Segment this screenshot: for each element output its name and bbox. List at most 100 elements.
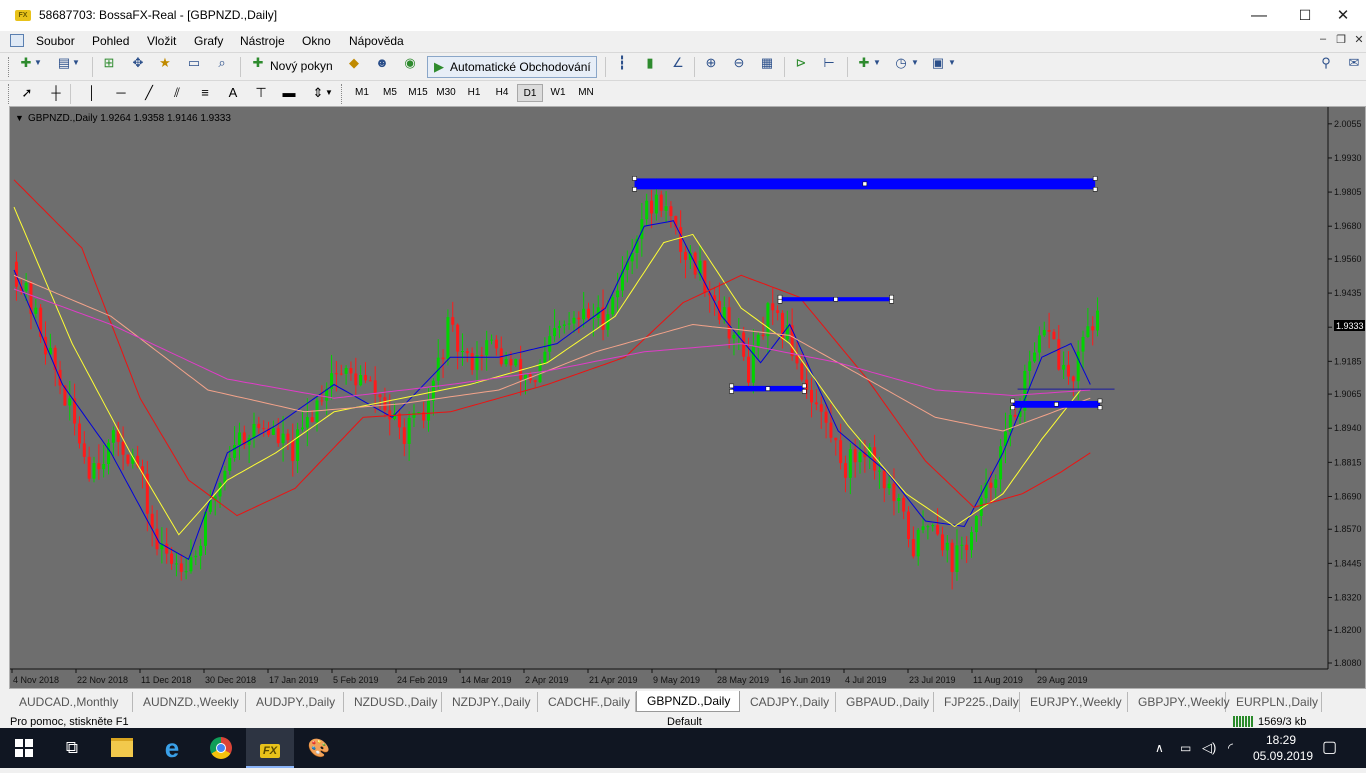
dropdown-arrow-icon[interactable]: ▼ [33, 53, 43, 73]
mdi-close-button[interactable]: ✕ [1352, 33, 1366, 46]
menu-okno[interactable]: Okno [302, 34, 331, 48]
clock[interactable]: 18:29 05.09.2019 [1253, 732, 1313, 764]
menu-nastroje[interactable]: Nástroje [240, 34, 285, 48]
text-label-icon[interactable]: ⊤ [251, 83, 271, 103]
internet-explorer-icon[interactable]: e [148, 728, 196, 768]
market-watch-icon[interactable]: ⊞ [99, 53, 119, 73]
zone-handle[interactable] [777, 294, 783, 300]
zone-handle[interactable] [862, 181, 868, 187]
volume-icon[interactable]: ◁) [1202, 728, 1216, 768]
tile-windows-icon[interactable]: ▦ [757, 53, 777, 73]
zone-handle[interactable] [889, 294, 894, 300]
rectangle-icon[interactable]: ▬ [279, 83, 299, 103]
menu-soubor[interactable]: Soubor [36, 34, 75, 48]
timeframe-h4[interactable]: H4 [489, 84, 515, 102]
chart-tab[interactable]: AUDJPY.,Daily [246, 692, 344, 712]
metaeditor-icon[interactable]: ◆ [344, 53, 364, 73]
mdi-restore-button[interactable]: ❐ [1334, 33, 1348, 46]
zone-handle[interactable] [632, 176, 637, 181]
notification-center-icon[interactable]: ▢ [1322, 728, 1337, 768]
chart-collapse-icon[interactable]: ▼ [15, 113, 24, 123]
mdi-minimize-button[interactable]: – [1316, 33, 1330, 45]
chart-tab[interactable]: GBPJPY.,Weekly [1128, 692, 1230, 712]
toolbar-grip[interactable] [8, 84, 12, 104]
network-icon[interactable]: ◜ [1228, 728, 1233, 768]
timeframe-m5[interactable]: M5 [377, 84, 403, 102]
task-view-icon[interactable]: ⧉ [48, 728, 96, 768]
line-chart-icon[interactable]: ∠ [668, 53, 688, 73]
community-icon[interactable]: ☻ [372, 53, 392, 73]
zone-handle[interactable] [833, 296, 839, 302]
data-window-icon[interactable]: ✥ [128, 53, 148, 73]
battery-icon[interactable]: ▭ [1180, 728, 1191, 768]
timeframe-d1[interactable]: D1 [517, 84, 543, 102]
zone-handle[interactable] [729, 383, 734, 389]
periods-clock-icon[interactable]: ◷ [891, 53, 911, 73]
horizontal-line-icon[interactable]: ─ [111, 83, 131, 103]
zone-handle[interactable] [1097, 405, 1103, 410]
zone-handle[interactable] [729, 389, 734, 394]
chart-tab[interactable]: FJP225.,Daily [934, 692, 1020, 712]
bar-chart-icon[interactable]: ┇ [612, 53, 632, 73]
templates-icon[interactable]: ▣ [928, 53, 948, 73]
channel-icon[interactable]: ⫽ [167, 83, 187, 103]
chart-tab[interactable]: AUDNZD.,Weekly [133, 692, 246, 712]
timeframe-w1[interactable]: W1 [545, 84, 571, 102]
chart-tab[interactable]: NZDJPY.,Daily [442, 692, 538, 712]
chart-window[interactable]: 2.0055 1.9930 1.9805 1.9680 1.9560 1.9435 1.93… [9, 106, 1366, 689]
chart-tab[interactable]: CADJPY.,Daily [740, 692, 836, 712]
search-icon[interactable]: ⚲ [1316, 53, 1336, 73]
menu-vlozit[interactable]: Vložit [147, 34, 176, 48]
candlestick-icon[interactable]: ▮ [640, 53, 660, 73]
toolbar-grip[interactable] [8, 57, 12, 77]
autotrading-button[interactable]: ▶ Automatické Obchodování [427, 56, 597, 78]
timeframe-m30[interactable]: M30 [433, 84, 459, 102]
zone-handle[interactable] [1097, 398, 1103, 404]
cursor-icon[interactable]: ➚ [17, 83, 37, 103]
dropdown-arrow-icon[interactable]: ▼ [324, 83, 334, 103]
zone-handle[interactable] [777, 299, 783, 304]
chart-tab[interactable]: CADCHF.,Daily [538, 692, 636, 712]
strategy-tester-icon[interactable]: ⌕ [212, 53, 232, 73]
zone-handle[interactable] [802, 389, 807, 394]
chart-tab[interactable]: GBPAUD.,Daily [836, 692, 934, 712]
indicators-icon[interactable]: ✚ [854, 53, 874, 73]
dropdown-arrow-icon[interactable]: ▼ [872, 53, 882, 73]
chart-tab[interactable]: AUDCAD.,Monthly [9, 692, 133, 712]
file-explorer-icon[interactable] [98, 728, 146, 768]
zoom-in-icon[interactable]: ⊕ [701, 53, 721, 73]
minimize-button[interactable]: — [1236, 0, 1282, 31]
zone-handle[interactable] [1092, 187, 1098, 192]
dropdown-arrow-icon[interactable]: ▼ [71, 53, 81, 73]
zone-handle[interactable] [1092, 176, 1098, 181]
menu-pohled[interactable]: Pohled [92, 34, 129, 48]
chart-tab[interactable]: GBPNZD.,Daily [636, 691, 740, 712]
price-chart[interactable]: 2.0055 1.9930 1.9805 1.9680 1.9560 1.9435 1.93… [10, 107, 1365, 688]
vertical-line-icon[interactable]: │ [82, 83, 102, 103]
new-order-button[interactable]: Nový pokyn [270, 59, 333, 73]
start-button[interactable] [0, 728, 48, 768]
timeframe-m15[interactable]: M15 [405, 84, 431, 102]
chat-icon[interactable]: ✉ [1344, 53, 1364, 73]
zone-handle[interactable] [765, 386, 771, 391]
show-hidden-icons[interactable]: ∧ [1155, 728, 1164, 768]
chart-shift-icon[interactable]: ⊢ [819, 53, 839, 73]
new-order-icon[interactable]: ✚ [248, 53, 268, 73]
zoom-out-icon[interactable]: ⊖ [729, 53, 749, 73]
dropdown-arrow-icon[interactable]: ▼ [947, 53, 957, 73]
menu-napoveda[interactable]: Nápověda [349, 34, 404, 48]
timeframe-m1[interactable]: M1 [349, 84, 375, 102]
menu-grafy[interactable]: Grafy [194, 34, 223, 48]
chrome-icon[interactable] [197, 728, 245, 768]
text-icon[interactable]: A [223, 83, 243, 103]
paint-icon[interactable]: 🎨 [295, 728, 343, 768]
dropdown-arrow-icon[interactable]: ▼ [910, 53, 920, 73]
chart-tab[interactable]: EURJPY.,Weekly [1020, 692, 1128, 712]
navigator-icon[interactable]: ★ [155, 53, 175, 73]
chart-tab[interactable]: NZDUSD.,Daily [344, 692, 442, 712]
fibonacci-icon[interactable]: ≡ [195, 83, 215, 103]
timeframe-h1[interactable]: H1 [461, 84, 487, 102]
auto-scroll-icon[interactable]: ⊳ [791, 53, 811, 73]
zone-handle[interactable] [1010, 398, 1015, 404]
zone-handle[interactable] [802, 383, 807, 389]
